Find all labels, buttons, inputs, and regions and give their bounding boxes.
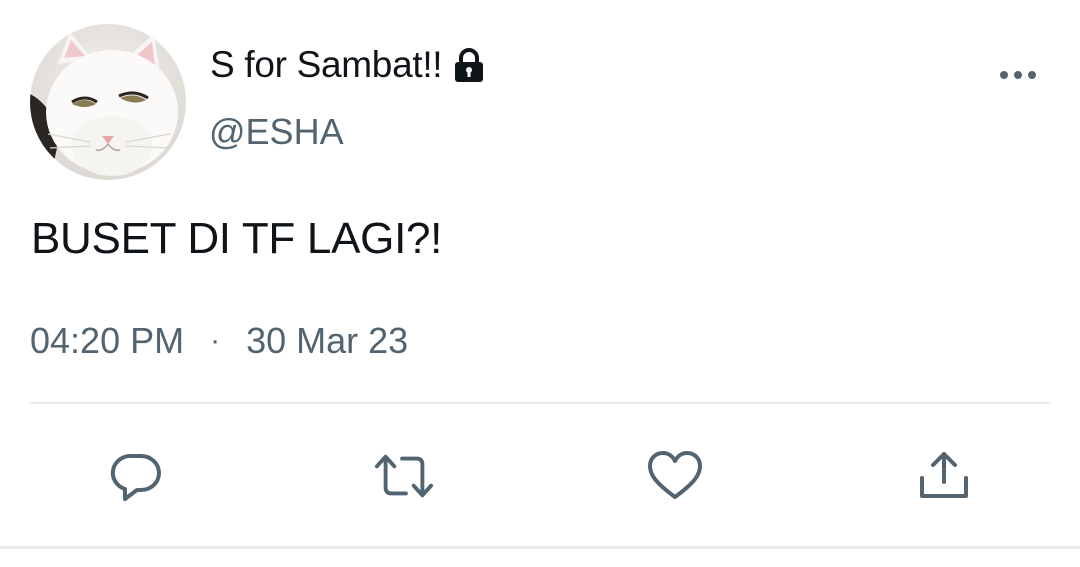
bottom-divider [0,546,1080,549]
tweet-date: 30 Mar 23 [246,320,409,361]
display-name[interactable]: S for Sambat!! [210,44,443,86]
tweet-card: S for Sambat!! @ESHA BUSET DI TF LAGI?! … [0,0,1080,567]
share-icon [920,452,968,498]
retweet-button[interactable] [374,446,434,506]
heart-icon [648,451,702,499]
cat-avatar-image [30,24,186,180]
tweet-timestamp[interactable]: 04:20 PM · 30 Mar 23 [30,320,408,362]
divider [30,402,1050,404]
avatar[interactable] [30,24,186,180]
more-icon [1000,71,1036,79]
share-button[interactable] [914,446,974,506]
display-name-row: S for Sambat!! [210,40,486,90]
tweet-time: 04:20 PM [30,320,185,361]
like-button[interactable] [645,446,705,506]
lock-icon [452,48,486,84]
user-handle[interactable]: @ESHA [209,111,344,153]
more-options-button[interactable] [992,58,1044,92]
tweet-text: BUSET DI TF LAGI?! [31,214,443,263]
reply-button[interactable] [105,446,165,506]
retweet-icon [374,454,434,498]
reply-icon [110,454,161,501]
meta-separator: · [210,324,221,357]
